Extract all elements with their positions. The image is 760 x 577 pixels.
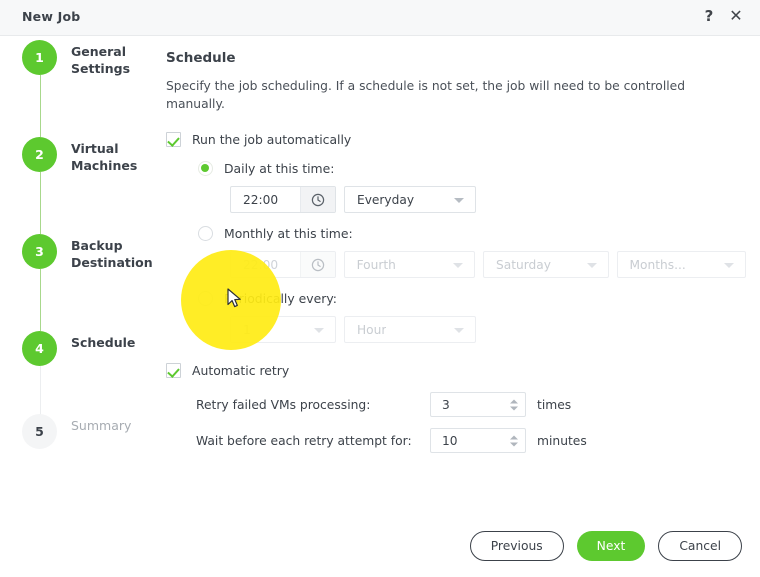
wizard-stepper: 1 General Settings 2 Virtual Machines 3 … [0,40,160,460]
periodically-unit-select[interactable]: Hour [344,316,476,343]
sidebar-item-virtual-machines[interactable]: 2 Virtual Machines [0,137,160,174]
monthly-months-value: Months... [629,257,686,272]
step-label-2: Virtual Machines [71,141,138,173]
monthly-ordinal-value: Fourth [356,257,396,272]
periodically-controls-row: 1 Hour [230,316,746,343]
main-panel: Schedule Specify the job scheduling. If … [166,50,746,464]
periodically-radio[interactable] [198,291,213,306]
automatic-retry-block: Automatic retry Retry failed VMs process… [166,363,746,453]
chevron-down-icon [454,197,464,203]
sidebar-item-summary[interactable]: 5 Summary [0,414,160,449]
chevron-down-icon [453,262,464,268]
daily-radio[interactable] [198,161,213,176]
monthly-radio[interactable] [198,226,213,241]
monthly-controls-row: 22:00 Fourth Saturday Months... [230,251,746,278]
window-title-bar: New Job ? ✕ [0,0,760,36]
monthly-weekday-select[interactable]: Saturday [483,251,609,278]
close-icon[interactable]: ✕ [728,7,744,25]
spin-down-icon[interactable] [510,442,518,446]
page-description: Specify the job scheduling. If a schedul… [166,79,686,111]
daily-radio-row[interactable]: Daily at this time: [198,161,746,176]
periodically-label: Periodically every: [224,291,337,306]
retry-count-value: 3 [442,397,450,412]
daily-label: Daily at this time: [224,161,335,176]
retry-count-label: Retry failed VMs processing: [196,397,371,412]
monthly-months-select[interactable]: Months... [616,251,746,278]
sidebar-item-backup-destination[interactable]: 3 Backup Destination [0,234,160,271]
chevron-down-icon [314,327,324,333]
step-connector-2-3 [39,172,41,234]
step-number-4: 4 [22,331,57,366]
window-title: New Job [22,9,81,24]
sidebar-item-general-settings[interactable]: 1 General Settings [0,40,160,77]
dialog-footer: Previous Next Cancel [469,531,742,561]
retry-count-unit: times [537,397,572,412]
retry-wait-value: 10 [442,433,458,448]
retry-wait-row: Wait before each retry attempt for: 10 m… [196,428,746,453]
next-button[interactable]: Next [576,531,646,561]
periodically-count-select[interactable]: 1 [230,316,336,343]
clock-icon[interactable] [300,187,335,212]
retry-wait-spin-arrows[interactable] [510,435,518,446]
step-label-4: Schedule [71,335,136,350]
retry-count-spin-arrows[interactable] [510,399,518,410]
daily-frequency-value: Everyday [357,192,415,207]
sidebar-item-schedule[interactable]: 4 Schedule [0,331,160,366]
automatic-retry-label: Automatic retry [192,363,290,378]
spin-up-icon[interactable] [510,399,518,403]
chevron-down-icon [454,327,464,333]
page-title: Schedule [166,50,236,66]
periodically-radio-row[interactable]: Periodically every: [198,291,746,306]
previous-button[interactable]: Previous [469,531,564,561]
automatic-retry-checkbox[interactable] [166,363,181,378]
retry-wait-unit: minutes [537,433,587,448]
step-number-5: 5 [22,414,57,449]
monthly-time-field[interactable]: 22:00 [230,251,336,278]
daily-time-value: 22:00 [243,192,279,207]
monthly-ordinal-select[interactable]: Fourth [343,251,476,278]
chevron-down-icon [724,262,734,268]
monthly-weekday-value: Saturday [496,257,551,272]
automatic-retry-row[interactable]: Automatic retry [166,363,746,378]
monthly-time-value: 22:00 [243,257,279,272]
step-label-5: Summary [71,418,132,433]
help-icon[interactable]: ? [702,7,716,25]
run-automatically-checkbox[interactable] [166,132,181,147]
spin-up-icon[interactable] [510,435,518,439]
periodically-unit-value: Hour [357,322,387,337]
step-number-2: 2 [22,137,57,172]
monthly-radio-row[interactable]: Monthly at this time: [198,226,746,241]
step-connector-1-2 [39,75,41,137]
retry-wait-stepper[interactable]: 10 [430,428,526,453]
retry-count-row: Retry failed VMs processing: 3 times [196,392,746,417]
monthly-label: Monthly at this time: [224,226,353,241]
periodically-count-value: 1 [243,322,251,337]
retry-count-stepper[interactable]: 3 [430,392,526,417]
spin-down-icon[interactable] [510,406,518,410]
run-automatically-row[interactable]: Run the job automatically [166,132,746,147]
clock-icon[interactable] [299,252,335,277]
daily-frequency-select[interactable]: Everyday [344,186,476,213]
step-connector-3-4 [39,269,41,331]
run-automatically-label: Run the job automatically [192,132,352,147]
step-number-1: 1 [22,40,57,75]
step-number-3: 3 [22,234,57,269]
window-actions: ? ✕ [702,7,744,25]
daily-controls-row: 22:00 Everyday [230,186,746,213]
chevron-down-icon [586,262,597,268]
daily-time-field[interactable]: 22:00 [230,186,336,213]
step-label-1: General Settings [71,44,131,76]
step-label-3: Backup Destination [71,238,153,270]
retry-wait-label: Wait before each retry attempt for: [196,433,412,448]
cancel-button[interactable]: Cancel [658,531,742,561]
